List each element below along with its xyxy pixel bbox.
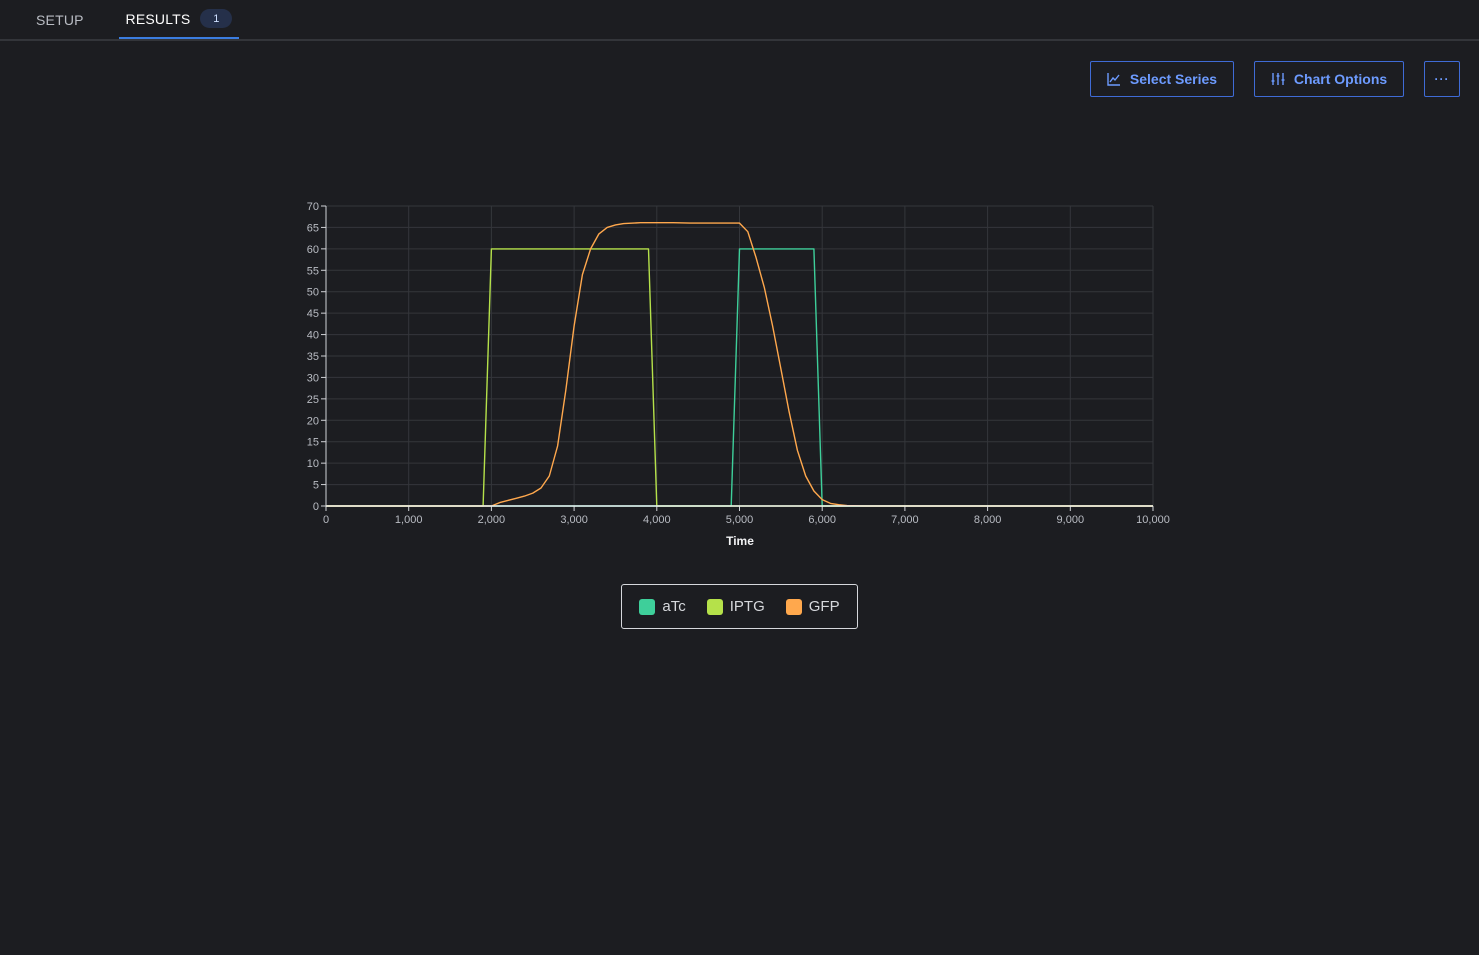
y-tick-label: 20: [307, 415, 319, 427]
y-tick-label: 45: [307, 308, 319, 320]
y-tick-label: 55: [307, 265, 319, 277]
x-tick-label: 4,000: [643, 514, 671, 526]
x-tick-label: 0: [323, 514, 329, 526]
y-tick-label: 10: [307, 458, 319, 470]
legend-item-iptg[interactable]: IPTG: [706, 598, 765, 615]
x-tick-label: 8,000: [974, 514, 1002, 526]
legend-label-atc: aTc: [662, 598, 686, 615]
y-tick-label: 60: [307, 244, 319, 256]
line-chart: 0 1,000 2,000 3,000 4,000 5,000 6,000 7,000 8,00…: [307, 201, 1170, 548]
legend-label-gfp: GFP: [808, 598, 840, 615]
y-tick-label: 65: [307, 222, 319, 234]
x-axis-label: Time: [726, 534, 754, 548]
chart-legend: aTc IPTG GFP: [621, 584, 858, 629]
atc-swatch: [639, 598, 656, 615]
x-tick-label: 7,000: [891, 514, 919, 526]
y-tick-label: 30: [307, 372, 319, 384]
legend-item-atc[interactable]: aTc: [639, 598, 686, 615]
x-tick-label: 3,000: [560, 514, 588, 526]
y-tick-label: 50: [307, 287, 319, 299]
y-tick-label: 25: [307, 394, 319, 406]
x-tick-label: 6,000: [808, 514, 836, 526]
y-tick-label: 35: [307, 351, 319, 363]
legend-label-iptg: IPTG: [729, 598, 765, 615]
gfp-swatch: [785, 598, 802, 615]
y-tick-label: 15: [307, 437, 319, 449]
x-tick-label: 10,000: [1136, 514, 1170, 526]
y-tick-label: 5: [313, 480, 319, 492]
x-tick-label: 2,000: [478, 514, 506, 526]
x-tick-label: 5,000: [726, 514, 754, 526]
chart-axes: 0 1,000 2,000 3,000 4,000 5,000 6,000 7,000 8,00…: [307, 201, 1170, 526]
y-tick-label: 70: [307, 201, 319, 213]
y-tick-label: 40: [307, 330, 319, 342]
iptg-swatch: [706, 598, 723, 615]
x-tick-label: 9,000: [1057, 514, 1085, 526]
y-tick-label: 0: [313, 501, 319, 513]
legend-item-gfp[interactable]: GFP: [785, 598, 840, 615]
x-tick-label: 1,000: [395, 514, 423, 526]
